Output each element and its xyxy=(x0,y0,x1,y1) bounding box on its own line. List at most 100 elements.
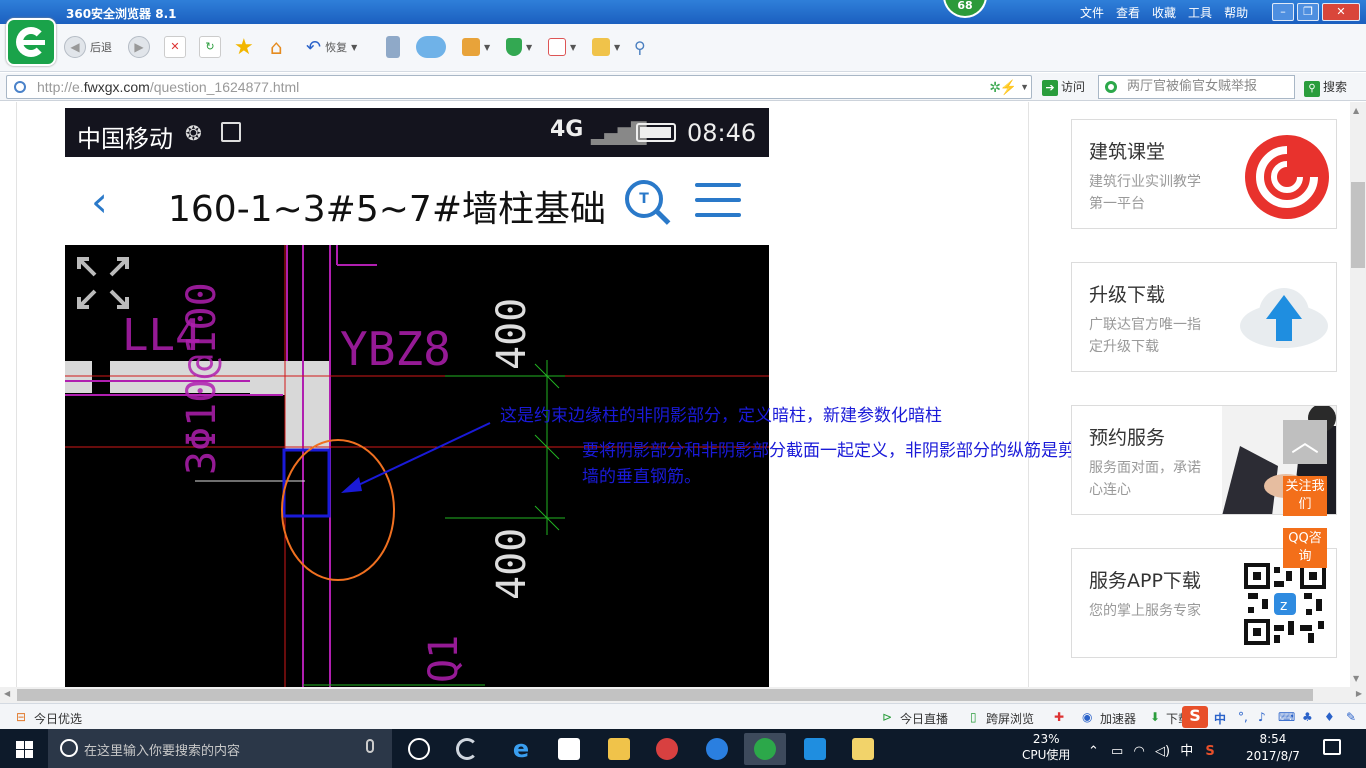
live-link[interactable]: 今日直播 xyxy=(900,710,948,727)
refresh-button[interactable]: ↻ xyxy=(199,34,221,60)
cross-screen-link[interactable]: 跨屏浏览 xyxy=(986,710,1034,727)
notification-badge[interactable]: 68 xyxy=(943,0,987,18)
volume-icon[interactable]: ◁) xyxy=(1155,744,1170,759)
vertical-scrollbar[interactable]: ▲ ▼ xyxy=(1350,102,1366,687)
tray-ime-mode[interactable]: 中 xyxy=(1180,744,1193,759)
lightning-icon[interactable]: ⚡ xyxy=(1000,76,1017,98)
svg-text:z: z xyxy=(1280,598,1287,614)
ime-keyboard-icon[interactable]: ⌨ xyxy=(1278,710,1295,724)
stop-button[interactable]: ✕ xyxy=(164,34,186,60)
arrow-head xyxy=(341,477,362,493)
back-to-top-button[interactable]: ︿ xyxy=(1283,420,1327,464)
mobile-icon[interactable] xyxy=(386,34,400,60)
url-dropdown-icon[interactable]: ▼ xyxy=(1020,76,1029,98)
annotation-note-2: 要将阴影部分和非阴影部分截面一起定义，非阴影部分的纵筋是剪力墙的垂直钢筋。 xyxy=(582,441,1092,487)
sogou-tray-icon[interactable]: S xyxy=(1205,744,1214,759)
zoom-icon[interactable]: ⚲ xyxy=(634,34,646,60)
battery-tray-icon[interactable]: ▭ xyxy=(1111,744,1123,759)
ime-tools-icon[interactable]: ✎ xyxy=(1346,710,1356,724)
card-course[interactable]: 建筑课堂 建筑行业实训教学第一平台 xyxy=(1071,119,1337,229)
maximize-button[interactable]: ❐ xyxy=(1297,3,1319,21)
favorite-star-icon[interactable]: ★ xyxy=(234,34,254,60)
ime-skin-icon[interactable]: ♣ xyxy=(1302,710,1313,724)
search-input[interactable]: 两厅官被偷官女贼举报 xyxy=(1098,75,1295,99)
annotation-note-1: 这是约束边缘柱的非阴影部分，定义暗柱，新建参数化暗柱 xyxy=(500,406,942,426)
taskbar-search-placeholder: 在这里输入你要搜索的内容 xyxy=(84,744,241,759)
visit-label: 访问 xyxy=(1061,80,1086,94)
search-button[interactable]: ⚲ 搜索 xyxy=(1304,78,1347,97)
taskbar-app-store[interactable] xyxy=(548,733,590,765)
menu-help[interactable]: 帮助 xyxy=(1224,4,1248,21)
taskbar-app-gtj[interactable] xyxy=(696,733,738,765)
chevron-down-icon: ▼ xyxy=(351,42,358,52)
ime-punct-icon[interactable]: °, xyxy=(1238,710,1248,724)
microphone-icon[interactable] xyxy=(366,739,374,753)
taskbar-app-taskview[interactable] xyxy=(398,733,440,765)
close-button[interactable]: ✕ xyxy=(1322,3,1360,21)
scroll-left-icon[interactable]: ◀ xyxy=(4,689,10,698)
taskbar-app-notes[interactable] xyxy=(842,733,884,765)
home-icon[interactable]: ⌂ xyxy=(270,34,283,60)
menu-tools[interactable]: 工具 xyxy=(1188,4,1212,21)
scroll-thumb[interactable] xyxy=(1351,182,1365,268)
translate-icon[interactable]: ▼ xyxy=(548,34,576,60)
expand-icon xyxy=(77,257,129,309)
browser-title-bar: 360安全浏览器 8.1 68 文件 查看 收藏 工具 帮助 – ❐ ✕ xyxy=(0,0,1366,24)
restore-button[interactable]: ↶ 恢复 ▼ xyxy=(306,34,357,60)
floating-actions: ︿ 关注我们 QQ咨询 xyxy=(1283,420,1327,568)
sogou-ime-icon[interactable]: S xyxy=(1182,706,1208,728)
taskbar-app-edge[interactable]: e xyxy=(500,733,542,765)
stop-icon: ✕ xyxy=(164,36,186,58)
forward-button[interactable]: ▶ xyxy=(128,34,150,60)
qr-code-icon: z xyxy=(1244,563,1326,645)
taskbar-app-glodon[interactable] xyxy=(446,733,488,765)
menu-view[interactable]: 查看 xyxy=(1116,4,1140,21)
shield-icon[interactable]: ▼ xyxy=(506,34,532,60)
url-input[interactable]: http://e.fwxgx.com/question_1624877.html… xyxy=(6,75,1032,99)
ime-mode[interactable]: 中 xyxy=(1214,710,1226,727)
notification-center-icon[interactable] xyxy=(1323,739,1341,755)
wechat-icon: ❂ xyxy=(185,121,202,145)
qq-consult-button[interactable]: QQ咨询 xyxy=(1283,528,1327,568)
minimize-button[interactable]: – xyxy=(1272,3,1294,21)
back-chevron-icon[interactable]: ‹ xyxy=(91,177,108,226)
taskbar-app-explorer[interactable] xyxy=(598,733,640,765)
scroll-right-icon[interactable]: ▶ xyxy=(1356,689,1362,698)
apps-icon[interactable]: ▼ xyxy=(462,34,490,60)
cortana-icon xyxy=(60,739,78,757)
cloud-icon[interactable] xyxy=(416,34,446,60)
screenshot-icon[interactable]: ▼ xyxy=(592,34,620,60)
medkit-icon[interactable]: ✚ xyxy=(1054,710,1064,724)
daily-picks-link[interactable]: 今日优选 xyxy=(34,710,82,727)
card-subtitle: 广联达官方唯一指定升级下载 xyxy=(1089,317,1201,355)
tray-expand-icon[interactable]: ⌃ xyxy=(1088,744,1099,759)
scroll-down-icon[interactable]: ▼ xyxy=(1353,674,1359,683)
ime-shirt-icon[interactable]: ♦ xyxy=(1324,710,1335,724)
url-prefix: http://e. xyxy=(37,79,84,95)
follow-us-button[interactable]: 关注我们 xyxy=(1283,476,1327,516)
page-icon xyxy=(14,81,26,93)
horizontal-scrollbar[interactable]: ◀ ▶ xyxy=(0,687,1366,703)
scroll-up-icon[interactable]: ▲ xyxy=(1353,106,1359,115)
system-clock[interactable]: 8:54 2017/8/7 xyxy=(1246,731,1300,765)
page-content: 中国移动 ❂ 4G ▂▄▆█ 08:46 ‹ 160-1~3#5~7#墙柱基础 … xyxy=(0,102,1350,687)
taskbar-app-gbq[interactable] xyxy=(794,733,836,765)
start-button[interactable] xyxy=(0,729,48,768)
cpu-monitor[interactable]: 23% CPU使用 xyxy=(1022,731,1070,763)
back-label: 后退 xyxy=(90,41,112,54)
accelerator-link[interactable]: 加速器 xyxy=(1100,710,1136,727)
taskbar-search[interactable]: 在这里输入你要搜索的内容 xyxy=(48,729,392,768)
taskbar-app-gsl[interactable] xyxy=(646,733,688,765)
network-icon[interactable]: ◠ xyxy=(1133,744,1144,759)
menu-file[interactable]: 文件 xyxy=(1080,4,1104,21)
back-button[interactable]: ◀ 后退 xyxy=(64,34,112,60)
taskbar-app-360browser[interactable] xyxy=(744,733,786,765)
visit-button[interactable]: ➔ 访问 xyxy=(1042,78,1085,96)
card-title: 建筑课堂 xyxy=(1089,141,1166,163)
scroll-thumb[interactable] xyxy=(17,689,1313,701)
carrier-label: 中国移动 xyxy=(77,125,173,153)
hamburger-menu-icon[interactable] xyxy=(695,183,741,228)
card-upgrade[interactable]: 升级下载 广联达官方唯一指定升级下载 xyxy=(1071,262,1337,372)
ime-mic-icon[interactable]: ♪ xyxy=(1258,710,1266,724)
menu-favorites[interactable]: 收藏 xyxy=(1152,4,1176,21)
